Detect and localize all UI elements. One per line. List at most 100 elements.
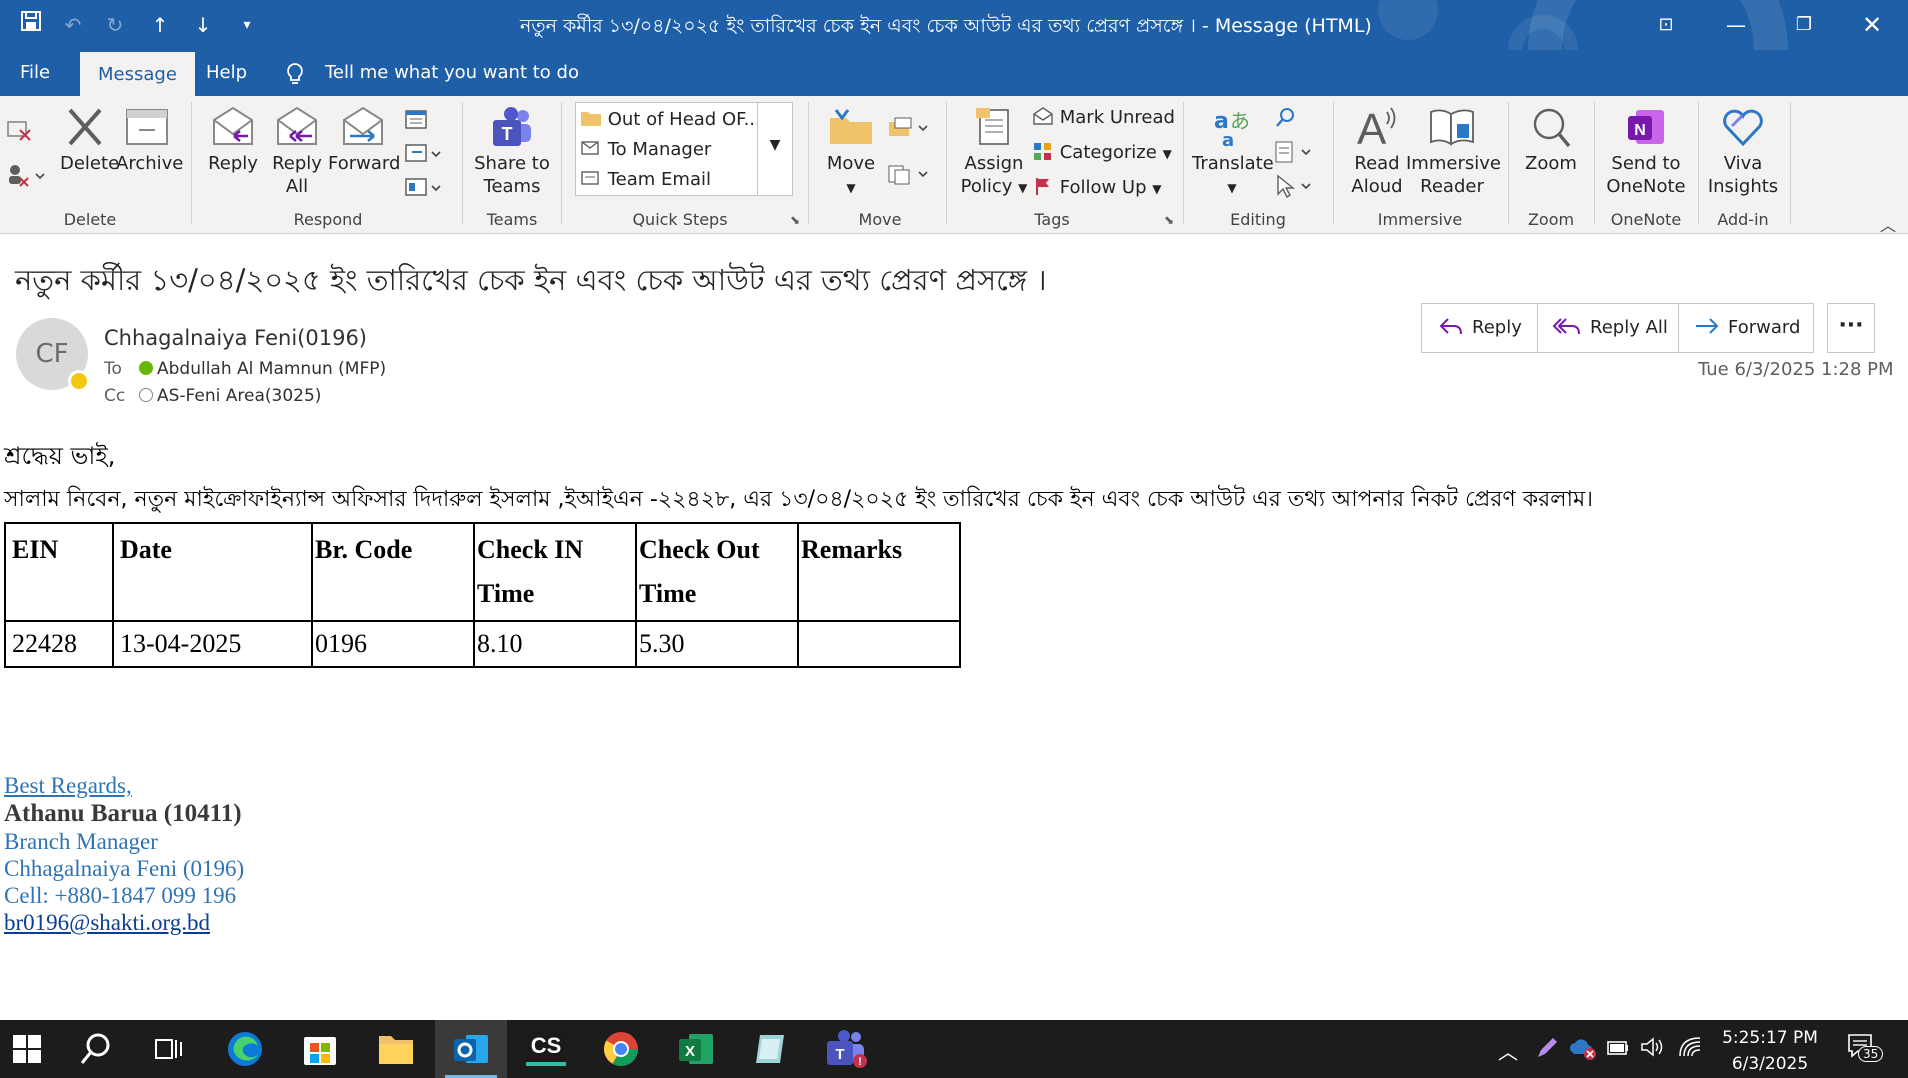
- ignore-icon[interactable]: [6, 118, 34, 146]
- reply-action-button[interactable]: Reply: [1438, 304, 1522, 352]
- im-reply-icon[interactable]: [404, 142, 444, 170]
- system-clock[interactable]: 5:25:17 PM 6/3/2025: [1700, 1025, 1840, 1077]
- dialog-launcher-icon[interactable]: ⬊: [1164, 213, 1174, 227]
- read-aloud-button[interactable]: A Read Aloud: [1342, 106, 1412, 198]
- more-actions-icon[interactable]: ···: [1827, 303, 1875, 353]
- reply-all-button[interactable]: Reply All: [270, 106, 324, 198]
- send-to-onenote-button[interactable]: N Send to OneNote: [1600, 106, 1692, 198]
- search-icon: [80, 1033, 110, 1064]
- taskbar-notes-app[interactable]: [735, 1020, 807, 1078]
- archive-label: Archive: [116, 153, 184, 174]
- tab-message[interactable]: Message: [80, 52, 195, 96]
- network-icon[interactable]: [1678, 1036, 1702, 1064]
- forward-button[interactable]: Forward: [328, 106, 400, 175]
- windows-icon: [13, 1035, 41, 1063]
- customize-toolbar-icon[interactable]: ▾: [232, 10, 262, 40]
- taskbar-outlook[interactable]: [435, 1020, 507, 1078]
- quick-step-to-manager[interactable]: To Manager: [580, 139, 711, 160]
- tab-file[interactable]: File: [4, 50, 66, 96]
- group-label-immersive: Immersive: [1377, 210, 1463, 229]
- collapse-ribbon-icon[interactable]: ︿: [1880, 212, 1896, 236]
- chevron-down-icon: ▼: [846, 181, 856, 195]
- assign-policy-button[interactable]: Assign Policy ▼: [956, 106, 1032, 200]
- pen-icon[interactable]: [1535, 1036, 1559, 1066]
- svg-text:a: a: [1222, 130, 1234, 148]
- follow-up-button[interactable]: Follow Up ▼: [1032, 176, 1162, 198]
- taskbar-teams[interactable]: T!: [810, 1020, 882, 1078]
- zoom-button[interactable]: Zoom: [1518, 106, 1584, 175]
- taskbar-chrome[interactable]: [585, 1020, 657, 1078]
- restore-button[interactable]: ❐: [1784, 8, 1824, 42]
- move-button[interactable]: Move ▼: [820, 106, 882, 200]
- battery-icon[interactable]: [1606, 1036, 1630, 1064]
- reply-all-action-button[interactable]: Reply All: [1552, 304, 1668, 352]
- taskbar-excel[interactable]: X: [660, 1020, 732, 1078]
- show-hidden-icons-icon[interactable]: ︿: [1498, 1036, 1518, 1065]
- sender-name[interactable]: Chhagalnaiya Feni(0196): [104, 326, 367, 350]
- search-button[interactable]: [60, 1020, 132, 1078]
- share-to-teams-button[interactable]: T Share to Teams: [472, 106, 552, 198]
- related-icon[interactable]: [1274, 140, 1318, 168]
- cleanup-icon[interactable]: [6, 162, 48, 192]
- ribbon-display-options-icon[interactable]: ⊡: [1646, 8, 1686, 42]
- notification-center-button[interactable]: 35: [1846, 1032, 1884, 1066]
- table-header-row: EIN Date Br. Code Check IN Time Check Ou…: [4, 522, 961, 622]
- forward-envelope-icon: [343, 106, 383, 145]
- actions-icon[interactable]: [887, 162, 931, 190]
- flag-icon: [1036, 178, 1049, 195]
- svg-text:A: A: [1357, 106, 1387, 148]
- tab-help[interactable]: Help: [190, 50, 263, 96]
- more-respond-icon[interactable]: [404, 176, 444, 204]
- delete-button[interactable]: Delete: [60, 106, 119, 175]
- taskbar-cs-app[interactable]: CS: [510, 1020, 582, 1078]
- mark-unread-button[interactable]: Mark Unread: [1032, 106, 1175, 128]
- move-folder-icon: [830, 109, 872, 144]
- volume-icon[interactable]: [1640, 1036, 1664, 1064]
- table-cell: 22428: [4, 620, 114, 668]
- taskbar-edge[interactable]: [209, 1020, 281, 1078]
- forward-action-label: Forward: [1728, 317, 1801, 338]
- quick-step-label: To Manager: [607, 139, 712, 160]
- archive-button[interactable]: Archive: [116, 106, 183, 175]
- redo-icon[interactable]: ↻: [100, 10, 130, 40]
- group-separator: [808, 102, 809, 224]
- quick-steps-expand-icon[interactable]: ▼: [757, 102, 793, 196]
- quick-step-team-email[interactable]: Team Email: [580, 169, 711, 190]
- group-label-quick-steps: Quick Steps: [632, 210, 728, 229]
- chevron-down-icon: ▼: [1227, 181, 1237, 195]
- find-icon[interactable]: [1274, 106, 1298, 134]
- to-recipient[interactable]: Abdullah Al Mamnun (MFP): [139, 359, 386, 379]
- chevron-down-icon: ▼: [1152, 182, 1162, 196]
- reply-button[interactable]: Reply: [206, 106, 260, 175]
- taskbar-file-explorer[interactable]: [360, 1020, 432, 1078]
- viva-insights-button[interactable]: Viva Insights: [1706, 106, 1780, 198]
- move-label: Move: [826, 153, 876, 174]
- title-bar-decoration: [1378, 0, 1438, 40]
- meeting-icon[interactable]: [404, 108, 428, 134]
- notes-icon: [756, 1035, 784, 1063]
- tell-me-search[interactable]: Tell me what you want to do: [325, 50, 579, 96]
- save-icon[interactable]: [16, 10, 46, 40]
- translate-button[interactable]: aあa Translate ▼: [1192, 106, 1274, 200]
- teams-icon: T: [493, 107, 531, 146]
- quick-step-out-of-head[interactable]: Out of Head OF...: [580, 109, 761, 130]
- signature-email-link[interactable]: br0196@shakti.org.bd: [4, 910, 210, 936]
- previous-item-icon[interactable]: ↑: [145, 10, 175, 40]
- undo-icon[interactable]: ↶: [58, 10, 88, 40]
- forward-action-button[interactable]: Forward: [1694, 304, 1800, 352]
- categorize-button[interactable]: Categorize ▼: [1032, 141, 1172, 163]
- rules-icon[interactable]: [887, 116, 931, 144]
- svg-text:T: T: [835, 1046, 844, 1063]
- close-button[interactable]: ✕: [1852, 8, 1892, 42]
- reply-label: Reply: [208, 153, 258, 174]
- immersive-reader-button[interactable]: Immersive Reader: [1406, 106, 1501, 198]
- onedrive-icon[interactable]: [1568, 1036, 1596, 1066]
- dialog-launcher-icon[interactable]: ⬊: [790, 213, 800, 227]
- task-view-button[interactable]: [132, 1020, 204, 1078]
- zoom-label: Zoom: [1525, 153, 1577, 174]
- select-icon[interactable]: [1274, 174, 1318, 202]
- next-item-icon[interactable]: ↓: [188, 10, 218, 40]
- taskbar-store[interactable]: [284, 1020, 356, 1078]
- minimize-button[interactable]: —: [1716, 8, 1756, 42]
- cc-recipient[interactable]: AS-Feni Area(3025): [139, 386, 321, 406]
